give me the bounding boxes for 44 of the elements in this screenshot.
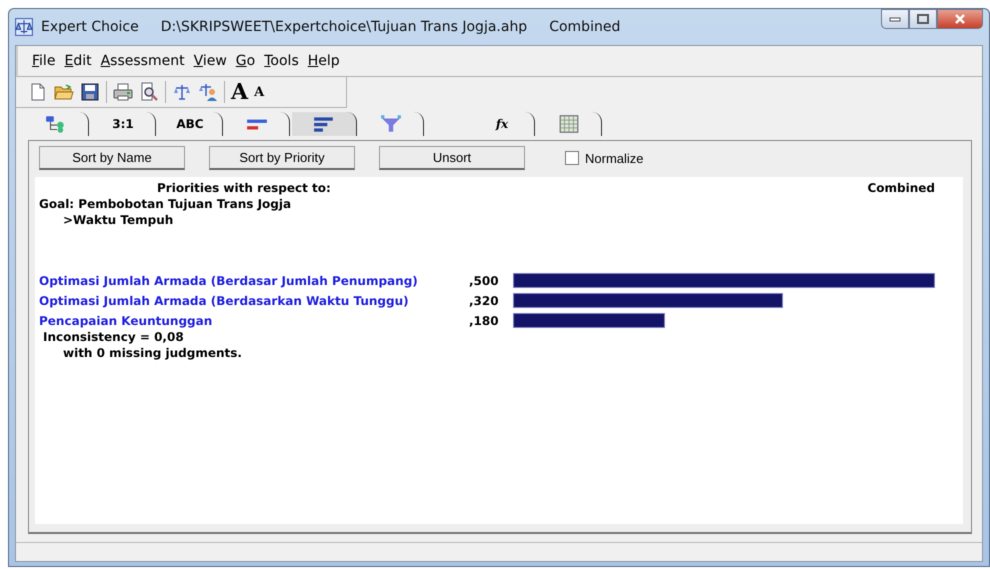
- mode-label: Combined: [867, 181, 935, 195]
- close-icon: [954, 14, 966, 24]
- menu-item[interactable]: Tools: [264, 53, 299, 69]
- scales-icon[interactable]: [172, 82, 192, 102]
- font-larger-button[interactable]: A: [231, 79, 248, 105]
- priority-value: ,320: [469, 294, 500, 308]
- sort-button[interactable]: Sort by Priority: [209, 146, 355, 170]
- maximize-button[interactable]: [909, 9, 937, 29]
- window-title: Expert Choice: [41, 19, 139, 35]
- printer-icon[interactable]: [113, 82, 133, 102]
- funnel-icon: [380, 115, 402, 133]
- print-preview-icon[interactable]: [139, 82, 159, 102]
- mode-label: Combined: [549, 19, 620, 35]
- menu-item[interactable]: File: [32, 53, 56, 69]
- document-path: D:\SKRIPSWEET\Expertchoice\Tujuan Trans Jogja.ahp: [160, 19, 528, 35]
- alternative-name: Pencapaian Keuntunggan: [39, 314, 214, 328]
- menu-item[interactable]: Assessment: [100, 53, 185, 69]
- maximize-icon: [917, 14, 929, 24]
- node-label: >Waktu Tempuh: [62, 213, 174, 227]
- sort-button[interactable]: Sort by Name: [39, 146, 185, 170]
- minimize-icon: [889, 16, 901, 22]
- minimize-button[interactable]: [881, 9, 909, 29]
- menu-item[interactable]: Help: [308, 53, 340, 69]
- alternative-name: Optimasi Jumlah Armada (Berdasar Jumlah Penumpang): [39, 274, 419, 288]
- scales-with-person-icon[interactable]: [198, 82, 218, 102]
- grid-icon: [558, 115, 580, 133]
- bar-chart-icon: [313, 115, 335, 133]
- missing-judgments-label: with 0 missing judgments.: [62, 346, 243, 360]
- sort-button[interactable]: Unsort: [379, 146, 525, 170]
- view-tab[interactable]: [292, 112, 357, 136]
- goal-label: Goal: Pembobotan Tujuan Trans Jogja: [39, 197, 292, 211]
- normalize-checkbox[interactable]: Normalize: [565, 150, 644, 166]
- priority-value: ,180: [469, 314, 500, 328]
- font-smaller-button[interactable]: A: [254, 84, 264, 100]
- close-button[interactable]: [937, 9, 983, 29]
- menu-item[interactable]: View: [194, 53, 227, 69]
- alternative-name: Optimasi Jumlah Armada (Berdasarkan Waktu Tunggu): [39, 294, 410, 308]
- report-heading: Priorities with respect to:: [157, 181, 331, 195]
- scales-icon: [15, 18, 33, 36]
- menu-item[interactable]: Go: [236, 53, 256, 69]
- folder-icon[interactable]: [54, 82, 74, 102]
- inconsistency-label: Inconsistency = 0,08: [42, 330, 185, 344]
- menu-item[interactable]: Edit: [64, 53, 92, 69]
- priority-value: ,500: [469, 274, 500, 288]
